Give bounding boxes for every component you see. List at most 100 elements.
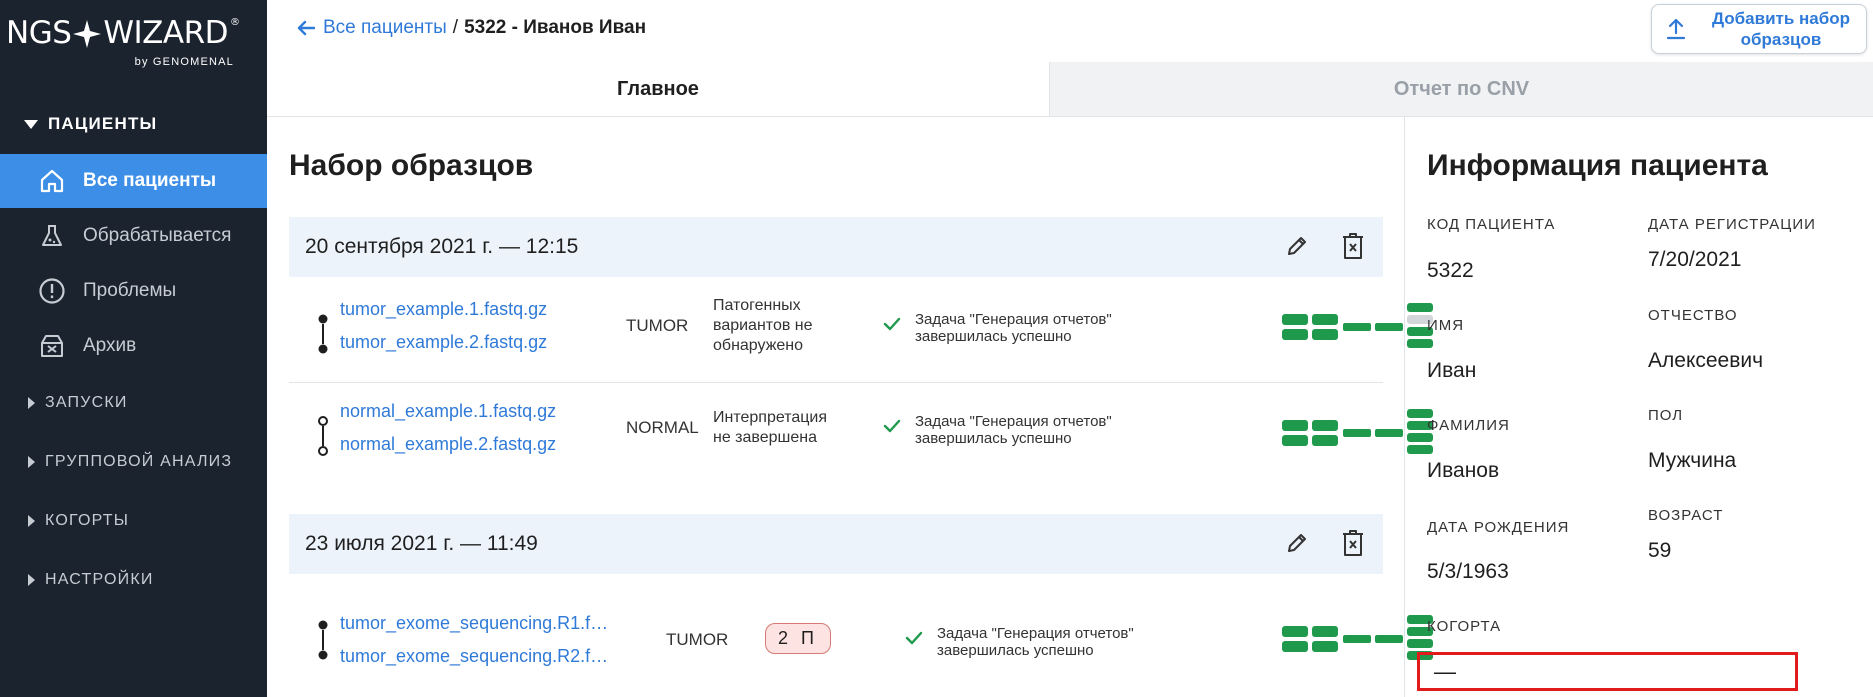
sidebar-section-runs[interactable]: ЗАПУСКИ: [24, 394, 128, 412]
sample-type: TUMOR: [666, 630, 729, 649]
file-link[interactable]: tumor_exome_sequencing.R2.fast...: [340, 646, 610, 667]
paired-reads-icon: [318, 416, 328, 456]
sidebar-section-label: ГРУППОВОЙ АНАЛИЗ: [45, 453, 233, 470]
sidebar-section-label: ЗАПУСКИ: [45, 394, 128, 411]
note-line: не завершена: [713, 429, 817, 446]
sample-row: tumor_exome_sequencing.R1.fastq... tumor…: [289, 573, 1433, 675]
ngs-wizard-logo[interactable]: NGS WIZARD ® by GENOMENAL: [6, 18, 256, 72]
caret-down-icon: [24, 119, 38, 129]
star-icon: [73, 19, 102, 48]
registration-date-value: 7/20/2021: [1648, 248, 1742, 271]
delete-button[interactable]: [1339, 526, 1367, 560]
file-link[interactable]: tumor_example.2.fastq.gz: [340, 332, 560, 353]
sidebar-section-label: КОГОРТЫ: [45, 512, 130, 529]
sidebar-item-label: Обрабатывается: [83, 225, 232, 246]
cohort-value: —: [1434, 658, 1456, 684]
logo-right-text: WIZARD: [103, 15, 229, 51]
status-line: Задача "Генерация отчетов": [937, 625, 1134, 642]
caret-right-icon: [28, 515, 35, 527]
file-link[interactable]: tumor_example.1.fastq.gz: [340, 299, 560, 320]
sidebar-item-archive[interactable]: Архив: [0, 319, 267, 373]
patronymic-value: Алексеевич: [1648, 349, 1764, 372]
file-link[interactable]: tumor_exome_sequencing.R1.fastq...: [340, 613, 610, 634]
patient-code-label: КОД ПАЦИЕНТА: [1427, 216, 1556, 233]
status-line: завершилась успешно: [915, 430, 1072, 447]
registration-date-label: ДАТА РЕГИСТРАЦИИ: [1648, 216, 1816, 233]
check-icon: [883, 419, 901, 433]
sidebar-section-label: НАСТРОЙКИ: [45, 571, 154, 588]
add-sample-set-button[interactable]: Добавить набор образцов: [1651, 4, 1867, 54]
status-line: Задача "Генерация отчетов": [915, 311, 1112, 328]
paired-reads-icon: [318, 314, 328, 354]
sidebar-section-cohorts[interactable]: КОГОРТЫ: [24, 512, 129, 530]
task-status: Задача "Генерация отчетов" завершилась у…: [883, 413, 1112, 447]
check-icon: [905, 631, 923, 645]
paired-reads-icon: [318, 620, 328, 660]
sidebar-item-label: Все пациенты: [83, 170, 217, 191]
patient-code-value: 5322: [1427, 259, 1474, 282]
logo-subtitle: by GENOMENAL: [134, 56, 234, 68]
cohort-field[interactable]: —: [1417, 652, 1798, 691]
sample-group-header: 20 сентября 2021 г. — 12:15: [289, 217, 1383, 277]
sidebar: NGS WIZARD ® by GENOMENAL ПАЦИЕНТЫ Все п…: [0, 0, 267, 697]
app-root: NGS WIZARD ® by GENOMENAL ПАЦИЕНТЫ Все п…: [0, 0, 1873, 697]
logo-registered-mark: ®: [230, 17, 240, 28]
surname-value: Иванов: [1427, 459, 1500, 482]
birth-date-value: 5/3/1963: [1427, 560, 1509, 583]
logo-left-text: NGS: [6, 15, 72, 51]
logo-wordmark: NGS WIZARD ®: [6, 18, 256, 49]
sex-value: Мужчина: [1648, 449, 1737, 472]
patronymic-label: ОТЧЕСТВО: [1648, 307, 1738, 324]
note-line: Патогенных: [713, 297, 801, 314]
pencil-icon: [1288, 237, 1306, 255]
sample-group-actions: [1283, 526, 1367, 560]
file-link[interactable]: normal_example.2.fastq.gz: [340, 434, 570, 455]
cohort-label: КОГОРТА: [1427, 618, 1502, 635]
sample-type: NORMAL: [626, 418, 699, 437]
breadcrumb-current: 5322 - Иванов Иван: [464, 17, 647, 38]
sidebar-item-all-patients[interactable]: Все пациенты: [0, 154, 267, 208]
samples-panel: Набор образцов 20 сентября 2021 г. — 12:…: [267, 117, 1433, 697]
edit-button[interactable]: [1283, 526, 1311, 560]
birth-date-label: ДАТА РОЖДЕНИЯ: [1427, 519, 1570, 536]
sidebar-section-group-analysis[interactable]: ГРУППОВОЙ АНАЛИЗ: [24, 453, 232, 471]
add-sample-set-label: Добавить набор образцов: [1711, 9, 1851, 49]
flask-icon: [38, 222, 66, 250]
interpretation-note: Патогенных вариантов не обнаружено: [713, 296, 813, 356]
sample-group-date: 20 сентября 2021 г. — 12:15: [305, 235, 579, 258]
age-value: 59: [1648, 539, 1672, 562]
sidebar-item-label: Архив: [83, 335, 137, 356]
surname-label: ФАМИЛИЯ: [1427, 417, 1510, 434]
sample-row: normal_example.1.fastq.gz normal_example…: [289, 383, 1433, 485]
arrow-left-icon: [297, 20, 315, 36]
sample-group-actions: [1283, 229, 1367, 263]
sidebar-section-label: ПАЦИЕНТЫ: [48, 114, 158, 133]
sidebar-item-processing[interactable]: Обрабатывается: [0, 209, 267, 263]
status-line: завершилась успешно: [915, 328, 1072, 345]
upload-icon: [1652, 18, 1700, 40]
file-link[interactable]: normal_example.1.fastq.gz: [340, 401, 570, 422]
delete-button[interactable]: [1339, 229, 1367, 263]
interpretation-note: Интерпретация не завершена: [713, 408, 827, 448]
pathogenic-count-badge[interactable]: 2 П: [765, 623, 831, 654]
tabs: Главное Отчет по CNV: [267, 62, 1873, 117]
home-icon: [38, 167, 66, 195]
note-line: вариантов не: [713, 317, 813, 334]
top-bar: Все пациенты / 5322 - Иванов Иван Добави…: [267, 0, 1873, 62]
edit-button[interactable]: [1283, 229, 1311, 263]
breadcrumb: Все пациенты / 5322 - Иванов Иван: [297, 17, 646, 39]
status-line: завершилась успешно: [937, 642, 1094, 659]
breadcrumb-back-link[interactable]: Все пациенты: [297, 17, 447, 39]
sidebar-section-patients[interactable]: ПАЦИЕНТЫ: [24, 114, 157, 134]
tab-cnv-report[interactable]: Отчет по CNV: [1049, 62, 1873, 116]
task-status: Задача "Генерация отчетов" завершилась у…: [883, 311, 1112, 345]
sample-type: TUMOR: [626, 316, 689, 335]
sample-group-header: 23 июля 2021 г. — 11:49: [289, 514, 1383, 574]
sidebar-item-problems[interactable]: Проблемы: [0, 264, 267, 318]
sample-group-date: 23 июля 2021 г. — 11:49: [305, 532, 538, 555]
tab-main[interactable]: Главное: [267, 62, 1049, 116]
breadcrumb-separator: /: [452, 17, 459, 38]
sidebar-section-settings[interactable]: НАСТРОЙКИ: [24, 571, 154, 589]
sex-label: ПОЛ: [1648, 407, 1684, 424]
patient-info-title: Информация пациента: [1427, 149, 1768, 182]
